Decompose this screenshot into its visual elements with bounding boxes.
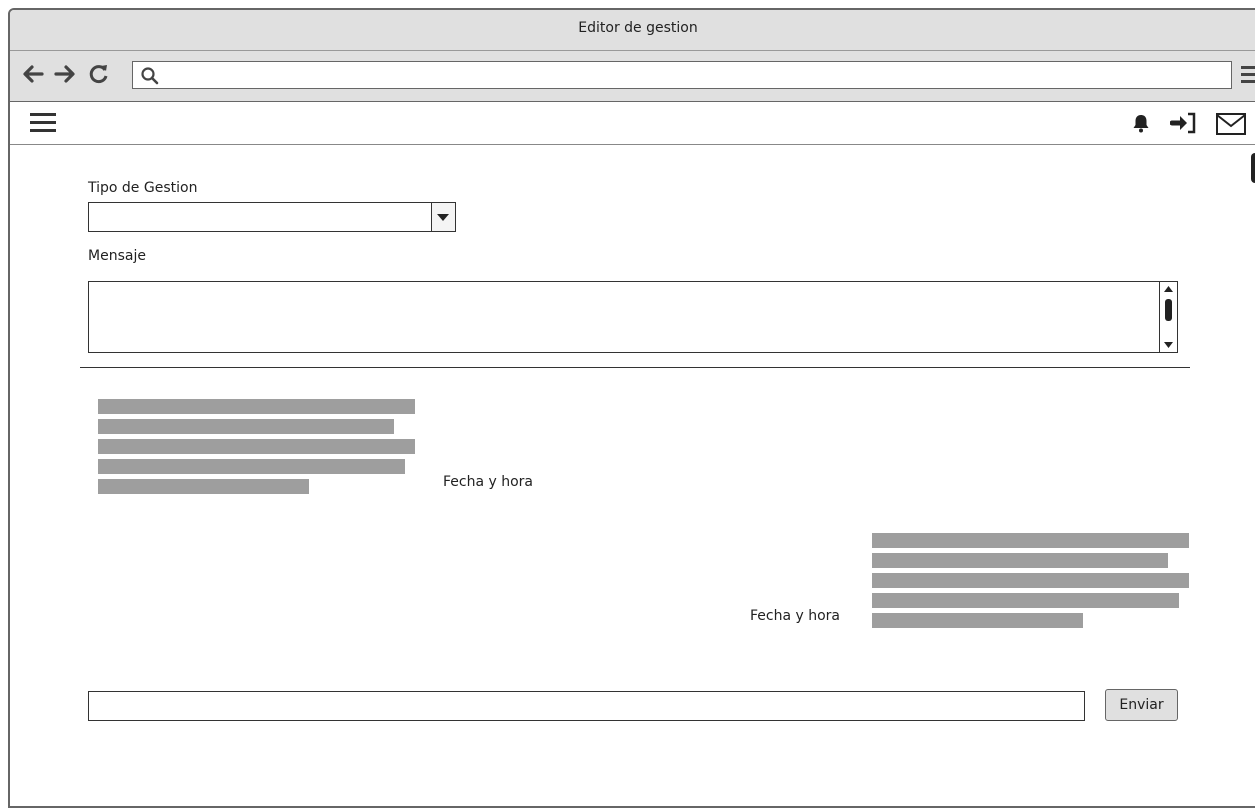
browser-window: Editor de gestion Tipo de Gestion Mensaj… [8, 8, 1255, 808]
address-bar[interactable] [132, 61, 1232, 89]
message-line [872, 593, 1179, 608]
message-line [872, 533, 1189, 548]
mail-icon[interactable] [1215, 111, 1247, 137]
message-timestamp: Fecha y hora [750, 608, 841, 624]
sign-in-icon[interactable] [1170, 110, 1198, 136]
reply-input[interactable] [88, 691, 1085, 721]
reload-icon[interactable] [86, 61, 112, 87]
message-line [872, 573, 1189, 588]
window-title: Editor de gestion [10, 10, 1255, 51]
message-line [872, 613, 1083, 628]
textarea-scrollbar[interactable] [1159, 282, 1177, 352]
browser-toolbar [10, 51, 1255, 103]
message-line [872, 553, 1168, 568]
back-arrow-icon[interactable] [20, 61, 46, 87]
tipo-gestion-label: Tipo de Gestion [88, 180, 198, 196]
dropdown-arrow-icon[interactable] [431, 203, 455, 231]
send-button[interactable]: Enviar [1105, 689, 1178, 721]
message-line [98, 479, 309, 494]
browser-menu-icon[interactable] [1240, 63, 1255, 85]
app-header [10, 102, 1255, 145]
mensaje-label: Mensaje [88, 248, 146, 264]
bell-icon[interactable] [1130, 112, 1152, 134]
search-icon [141, 67, 159, 85]
message-timestamp: Fecha y hora [443, 474, 534, 490]
section-divider [80, 367, 1190, 368]
page-scrollbar-thumb[interactable] [1251, 153, 1255, 183]
mensaje-textarea[interactable] [88, 281, 1178, 353]
message-line [98, 419, 394, 434]
message-line [98, 459, 405, 474]
message-line [98, 439, 415, 454]
forward-arrow-icon[interactable] [52, 61, 78, 87]
hamburger-menu-icon[interactable] [30, 112, 56, 134]
tipo-gestion-select[interactable] [88, 202, 456, 232]
message-line [98, 399, 415, 414]
